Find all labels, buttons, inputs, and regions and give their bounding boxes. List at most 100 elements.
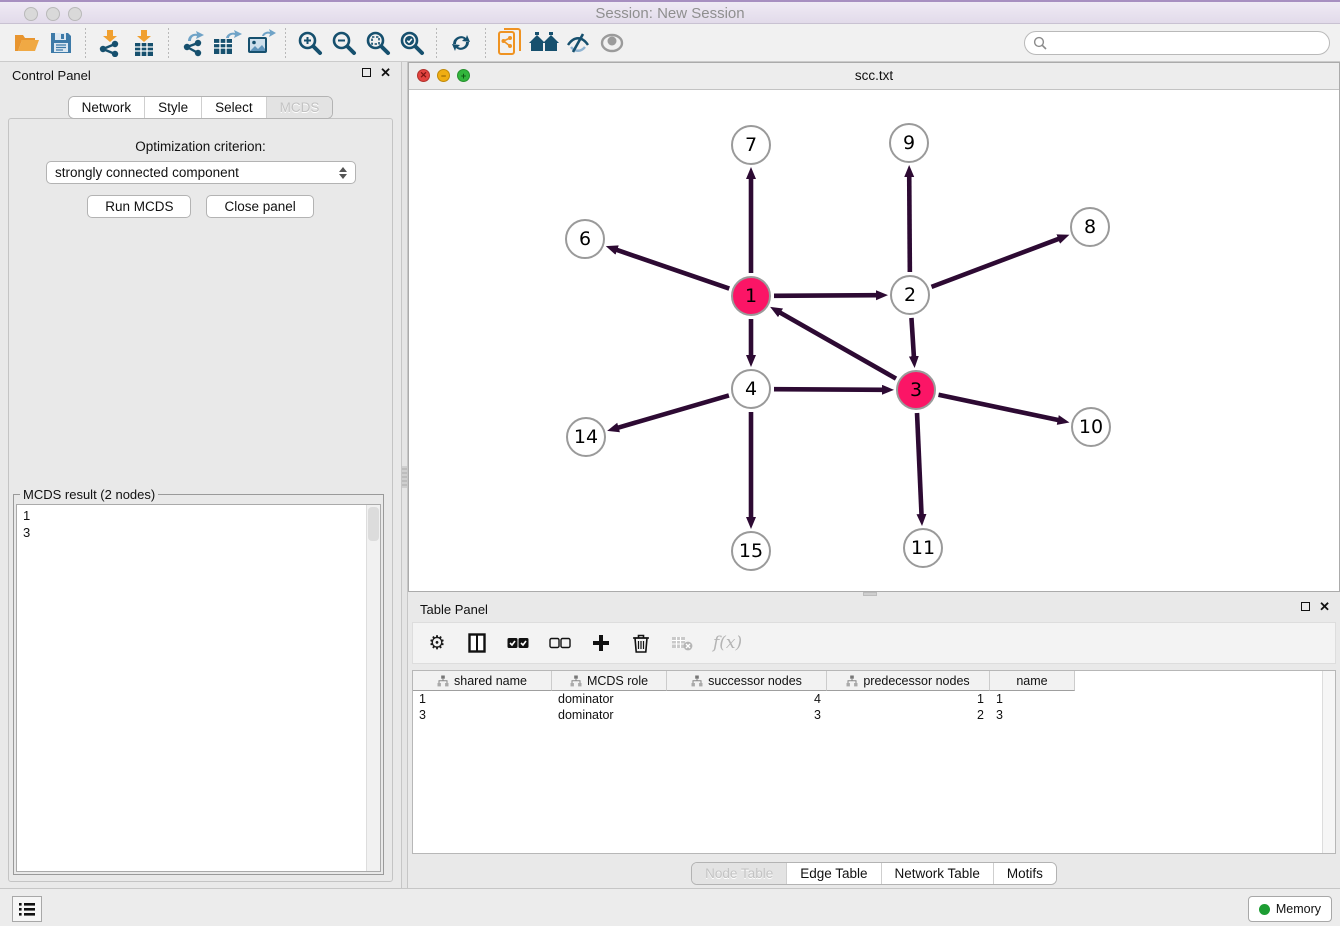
tab-select[interactable]: Select: [202, 97, 267, 118]
export-table-icon[interactable]: [210, 27, 244, 59]
tab-network-table[interactable]: Network Table: [882, 863, 994, 884]
table-scrollbar[interactable]: [1322, 671, 1335, 853]
apply-function-icon[interactable]: f(x): [713, 631, 742, 655]
zoom-out-icon[interactable]: [327, 27, 361, 59]
zoom-selected-icon[interactable]: [395, 27, 429, 59]
memory-status-icon: [1259, 904, 1270, 915]
table-cell: 1: [990, 692, 1075, 706]
control-panel-close-icon[interactable]: ✕: [380, 68, 391, 77]
vertical-splitter[interactable]: [401, 62, 408, 888]
right-column: ✕ − + scc.txt 7968124314101511 Table Pan…: [408, 62, 1340, 888]
graph-edge-3-11[interactable]: [917, 413, 922, 515]
control-panel: Control Panel ✕ NetworkStyleSelectMCDS O…: [0, 62, 401, 888]
tab-mcds[interactable]: MCDS: [267, 97, 333, 118]
export-network-icon[interactable]: [176, 27, 210, 59]
application-window: Session: New Session: [0, 0, 1340, 926]
graph-node-15[interactable]: 15: [731, 531, 771, 571]
table-panel-float-icon[interactable]: [1301, 602, 1310, 611]
graph-node-9[interactable]: 9: [889, 123, 929, 163]
tab-motifs[interactable]: Motifs: [994, 863, 1056, 884]
result-scrollbar[interactable]: [366, 505, 380, 871]
graph-edge-4-14[interactable]: [618, 395, 729, 427]
memory-button[interactable]: Memory: [1248, 896, 1332, 922]
optimization-criterion-label: Optimization criterion:: [9, 139, 392, 154]
import-network-icon[interactable]: [93, 27, 127, 59]
column-tree-icon: [691, 675, 703, 687]
zoom-fit-icon[interactable]: [361, 27, 395, 59]
table-panel-close-icon[interactable]: ✕: [1319, 602, 1330, 611]
run-mcds-button[interactable]: Run MCDS: [87, 195, 191, 218]
toolbar-separator: [436, 28, 437, 58]
table-settings-gear-icon[interactable]: ⚙: [427, 631, 447, 655]
graph-node-4[interactable]: 4: [731, 369, 771, 409]
hide-eye-icon[interactable]: [561, 27, 595, 59]
graph-edge-2-3[interactable]: [911, 318, 913, 357]
memory-label: Memory: [1276, 902, 1321, 916]
import-table-icon[interactable]: [127, 27, 161, 59]
session-details-icon[interactable]: [493, 27, 527, 59]
toolbar-separator: [85, 28, 86, 58]
column-tree-icon: [846, 675, 858, 687]
show-column-icon[interactable]: [467, 631, 487, 655]
optimization-criterion-select[interactable]: strongly connected component: [46, 161, 356, 184]
home-view-icon[interactable]: [527, 27, 561, 59]
table-cell: dominator: [552, 692, 667, 706]
show-eye-icon[interactable]: [595, 27, 629, 59]
save-session-icon[interactable]: [44, 27, 78, 59]
optimization-criterion-value: strongly connected component: [55, 165, 239, 180]
graph-edge-3-10[interactable]: [939, 395, 1059, 420]
clear-checks-icon[interactable]: [549, 631, 571, 655]
search-input[interactable]: [1047, 34, 1321, 51]
close-panel-button[interactable]: Close panel: [206, 195, 313, 218]
tab-style[interactable]: Style: [145, 97, 202, 118]
mcds-pane: Optimization criterion: strongly connect…: [8, 118, 393, 882]
table-row[interactable]: 1dominator411: [413, 691, 1335, 707]
graph-edge-1-2[interactable]: [774, 295, 877, 296]
graph-node-6[interactable]: 6: [565, 219, 605, 259]
mcds-result-textarea[interactable]: 13: [16, 504, 381, 872]
graph-node-8[interactable]: 8: [1070, 207, 1110, 247]
tab-network[interactable]: Network: [69, 97, 146, 118]
graph-edge-2-9[interactable]: [909, 176, 910, 272]
table-cell: 4: [667, 692, 827, 706]
graph-edge-3-1[interactable]: [780, 312, 896, 378]
main-toolbar: [0, 24, 1340, 62]
table-row[interactable]: 3dominator323: [413, 707, 1335, 723]
column-header-MCDS-role[interactable]: MCDS role: [552, 671, 667, 691]
graph-node-1[interactable]: 1: [731, 276, 771, 316]
table-panel-header: Table Panel ✕: [408, 596, 1340, 622]
graph-edge-1-6[interactable]: [616, 250, 729, 289]
open-session-icon[interactable]: [10, 27, 44, 59]
export-image-icon[interactable]: [244, 27, 278, 59]
task-history-button[interactable]: [12, 896, 42, 922]
control-panel-float-icon[interactable]: [362, 68, 371, 77]
graph-node-14[interactable]: 14: [566, 417, 606, 457]
graph-node-7[interactable]: 7: [731, 125, 771, 165]
select-all-checks-icon[interactable]: [507, 631, 529, 655]
column-header-successor-nodes[interactable]: successor nodes: [667, 671, 827, 691]
column-header-predecessor-nodes[interactable]: predecessor nodes: [827, 671, 990, 691]
graph-node-11[interactable]: 11: [903, 528, 943, 568]
graph-node-2[interactable]: 2: [890, 275, 930, 315]
splitter-handle[interactable]: [402, 466, 407, 488]
column-header-name[interactable]: name: [990, 671, 1075, 691]
delete-table-icon[interactable]: [671, 631, 693, 655]
column-header-shared-name[interactable]: shared name: [413, 671, 552, 691]
tab-edge-table[interactable]: Edge Table: [787, 863, 881, 884]
graph-node-10[interactable]: 10: [1071, 407, 1111, 447]
mcds-result-line: 1: [23, 507, 374, 524]
tab-node-table[interactable]: Node Table: [692, 863, 787, 884]
search-box[interactable]: [1024, 31, 1330, 55]
table-cell: 3: [667, 708, 827, 722]
network-window: ✕ − + scc.txt 7968124314101511: [408, 62, 1340, 592]
delete-column-icon[interactable]: [631, 631, 651, 655]
graph-edge-4-3[interactable]: [774, 389, 883, 390]
main-region: Control Panel ✕ NetworkStyleSelectMCDS O…: [0, 62, 1340, 888]
add-column-icon[interactable]: [591, 631, 611, 655]
table-cell: 1: [827, 692, 990, 706]
graph-node-3[interactable]: 3: [896, 370, 936, 410]
refresh-layout-icon[interactable]: [444, 27, 478, 59]
network-canvas[interactable]: 7 9 6 8 1 2 4 3 14 10 15 11: [410, 90, 1338, 590]
zoom-in-icon[interactable]: [293, 27, 327, 59]
graph-edge-2-8[interactable]: [932, 239, 1060, 287]
